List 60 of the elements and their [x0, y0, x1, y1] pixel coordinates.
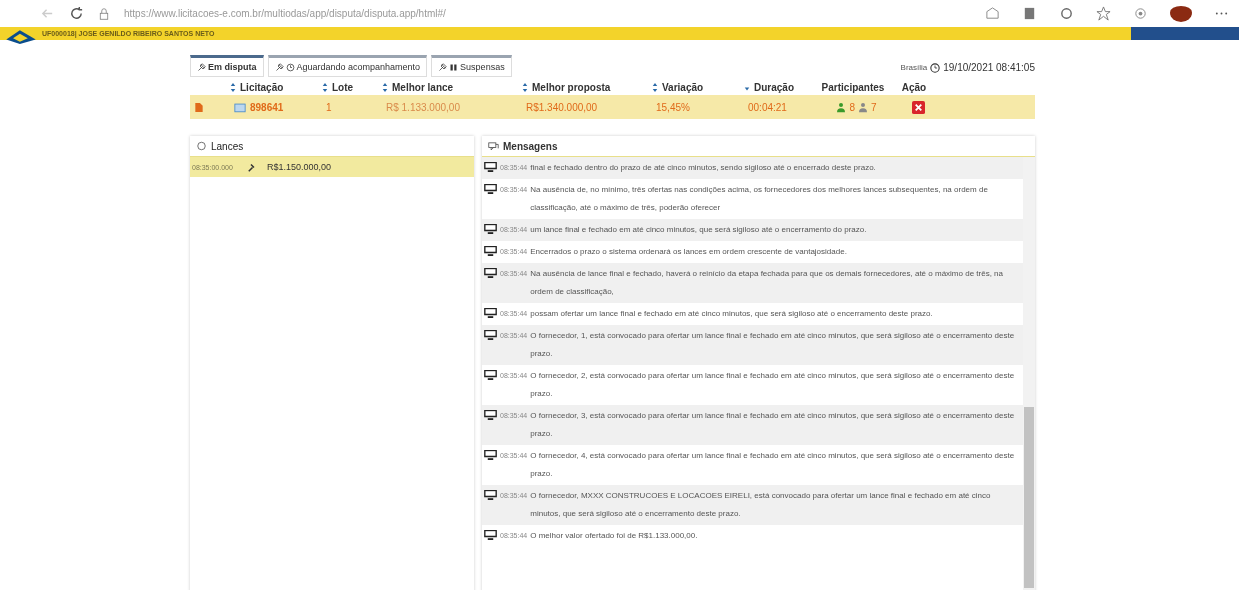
profile-avatar[interactable] [1170, 5, 1192, 22]
monitor-icon [484, 330, 497, 340]
sort-icon[interactable] [382, 82, 388, 92]
scrollbar[interactable] [1023, 157, 1035, 590]
table-cell: 1 [326, 101, 332, 113]
participant-count: 7 [871, 101, 877, 113]
gavel-icon [438, 62, 448, 72]
person-icon [837, 101, 846, 113]
column-header[interactable]: Participantes [821, 81, 885, 93]
document-icon[interactable] [193, 101, 205, 113]
table-cell: R$1.340.000,00 [526, 101, 598, 113]
gavel-icon [248, 162, 257, 172]
message-text: um lance final e fechado em até cinco minutos, que será sigiloso até o encerramento do prazo. [530, 224, 868, 236]
column-header[interactable]: Variação [662, 81, 704, 93]
person-icon [859, 101, 867, 113]
panel-title: Mensagens [503, 140, 558, 152]
message-text: O fornecedor, 3, está convocado para ofertar um lance final e fechado em até cinco minutos, que será sigiloso até o encerramento deste prazo. [530, 410, 1016, 440]
sort-icon[interactable] [230, 82, 236, 92]
monitor-icon [484, 410, 497, 420]
bid-value: R$1.150.000,00 [267, 162, 332, 172]
star-icon[interactable] [1096, 6, 1111, 21]
column-header[interactable]: Lote [332, 81, 354, 93]
close-icon[interactable] [911, 100, 925, 114]
sort-icon[interactable] [522, 82, 528, 92]
column-header[interactable]: Duração [754, 81, 794, 93]
gavel-icon [197, 62, 206, 72]
gavel-icon [274, 62, 284, 72]
monitor-icon [484, 490, 497, 500]
message-text: O fornecedor, 4, está convocado para ofertar um lance final e fechado em até cinco minutos, que será sigiloso até o encerramento deste prazo. [530, 450, 1016, 480]
monitor-icon [484, 224, 497, 234]
tab[interactable]: Aguardando acompanhamento [267, 55, 428, 77]
lock-icon [98, 7, 110, 20]
column-header[interactable]: Melhor proposta [532, 81, 611, 93]
monitor-icon [484, 162, 497, 172]
monitor-icon [484, 268, 497, 278]
clock-time: 19/10/2021 08:41:05 [943, 62, 1035, 73]
message-text: possam ofertar um lance final e fechado em até cinco minutos, que será sigiloso até o encerramento deste prazo. [530, 308, 934, 320]
panel-title: Lances [211, 140, 244, 152]
chat-icon [488, 141, 499, 151]
message-text: O fornecedor, 2, está convocado para ofertar um lance final e fechado em até cinco minutos, que será sigiloso até o encerramento deste prazo. [530, 370, 1016, 400]
circle-icon[interactable] [1059, 6, 1074, 21]
table-cell: R$ 1.133.000,00 [386, 101, 460, 113]
column-header[interactable]: Licitação [240, 81, 284, 93]
city-label: Brasília [900, 63, 928, 72]
message-text: O fornecedor, MXXX CONSTRUCOES E LOCACOES EIRELI, está convocado para ofertar um lance final e fechado em até cinco minutos, que será sigiloso até o encerramento deste prazo. [530, 490, 992, 520]
tab[interactable]: Suspensas [431, 55, 512, 77]
column-header[interactable]: Ação [901, 81, 927, 93]
pause-icon [449, 62, 459, 72]
message-text: Encerrados o prazo o sistema ordenará os lances em ordem crescente de vantajosidade. [530, 246, 848, 258]
message-text: final e fechado dentro do prazo de até cinco minutos, sendo sigiloso até o encerrado deste prazo. [530, 162, 877, 174]
table-cell: 15,45% [656, 101, 690, 113]
sort-icon[interactable] [652, 82, 658, 92]
sort-icon[interactable] [322, 82, 328, 92]
participant-count: 8 [849, 101, 855, 113]
column-header[interactable]: Melhor lance [392, 81, 454, 93]
table-cell: 00:04:21 [748, 101, 787, 113]
message-text: O melhor valor ofertado foi de R$1.133.000,00. [530, 530, 699, 542]
tab[interactable]: Em disputa [190, 55, 264, 77]
message-text: O fornecedor, 1, está convocado para ofertar um lance final e fechado em até cinco minutos, que será sigiloso até o encerramento deste prazo. [530, 330, 1016, 360]
reload-icon[interactable] [69, 6, 84, 21]
